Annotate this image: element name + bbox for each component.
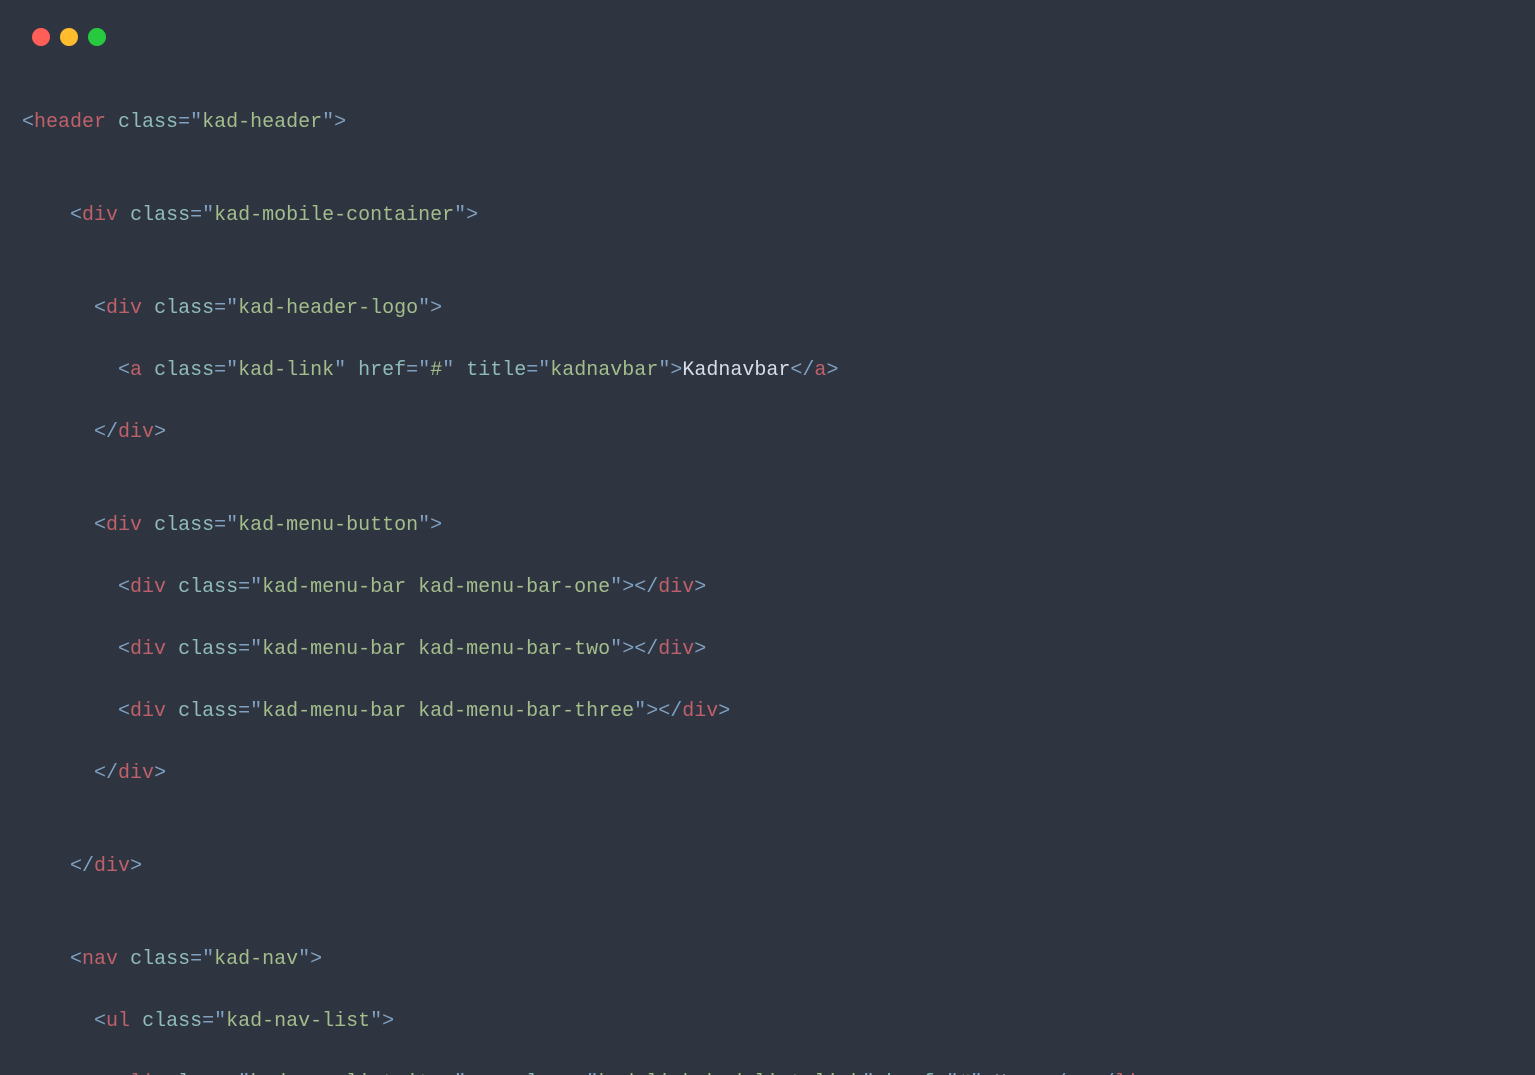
- code-line: <div class="kad-menu-button">: [22, 510, 1513, 541]
- window-close-button[interactable]: [32, 28, 50, 46]
- code-line: <div class="kad-menu-bar kad-menu-bar-th…: [22, 696, 1513, 727]
- code-line: <nav class="kad-nav">: [22, 944, 1513, 975]
- code-line: <div class="kad-header-logo">: [22, 293, 1513, 324]
- code-line: <li class="kad-nav-list-item"><a class="…: [22, 1068, 1513, 1075]
- code-line: <div class="kad-menu-bar kad-menu-bar-on…: [22, 572, 1513, 603]
- window-zoom-button[interactable]: [88, 28, 106, 46]
- code-line: <div class="kad-mobile-container">: [22, 200, 1513, 231]
- code-line: </div>: [22, 758, 1513, 789]
- window-minimize-button[interactable]: [60, 28, 78, 46]
- code-line: <header class="kad-header">: [22, 107, 1513, 138]
- code-line: <div class="kad-menu-bar kad-menu-bar-tw…: [22, 634, 1513, 665]
- window-titlebar: [0, 0, 1535, 54]
- code-editor[interactable]: <header class="kad-header"> <div class="…: [0, 54, 1535, 1075]
- code-line: <ul class="kad-nav-list">: [22, 1006, 1513, 1037]
- code-window: <header class="kad-header"> <div class="…: [0, 0, 1535, 1075]
- code-line: </div>: [22, 851, 1513, 882]
- code-line: </div>: [22, 417, 1513, 448]
- code-line: <a class="kad-link" href="#" title="kadn…: [22, 355, 1513, 386]
